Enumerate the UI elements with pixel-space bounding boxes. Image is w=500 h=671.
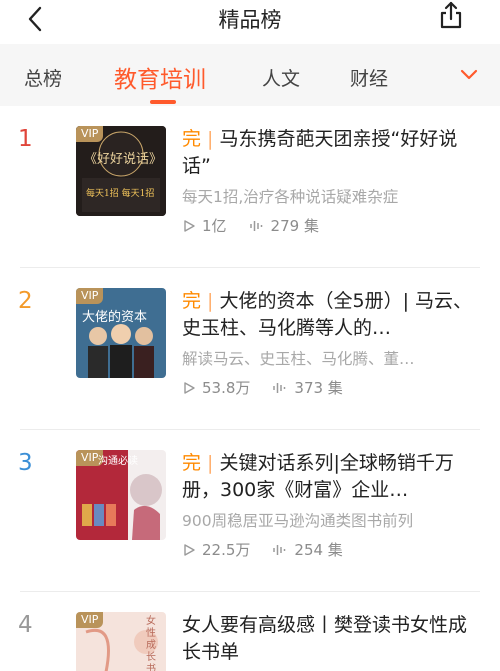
play-count: 1亿 <box>202 217 227 235</box>
rank-number: 3 <box>18 450 33 476</box>
play-icon <box>184 219 195 232</box>
album-cover: VIP 《好好说话》 每天1招 每天1招 <box>76 126 166 216</box>
rank-number: 2 <box>18 288 33 314</box>
completed-badge: 完 <box>182 290 202 312</box>
play-count: 22.5万 <box>202 541 251 559</box>
album-cover: VIP 沟通必读 <box>76 450 166 540</box>
completed-badge: 完 <box>182 452 202 474</box>
item-description: 解读马云、史玉柱、马化腾、董… <box>182 350 415 368</box>
item-stats: 1亿 279 集 <box>182 215 482 236</box>
rank-number: 1 <box>18 126 33 152</box>
cover-title: 《好好说话》 <box>84 152 163 167</box>
tab-humanities[interactable]: 人文 <box>262 64 300 91</box>
item-stats: 22.5万 254 集 <box>182 539 482 560</box>
item-title-row: 完 | 大佬的资本（全5册）| 马云、史玉柱、马化腾等人的… <box>182 290 473 339</box>
cover-subtitle: 每天1招 每天1招 <box>86 189 155 199</box>
rank-number: 4 <box>18 612 33 638</box>
completed-badge: 完 <box>182 128 202 150</box>
album-cover: VIP 大佬的资本 <box>76 288 166 378</box>
audio-wave-icon <box>249 220 262 231</box>
page-title: 精品榜 <box>218 8 282 32</box>
vip-badge: VIP <box>76 288 104 304</box>
item-info: 完 | 关键对话系列|全球畅销千万册，300家《财富》企业… 900周稳居亚马逊… <box>182 450 482 560</box>
item-info: 完 | 马东携奇葩天团亲授“好好说话” 每天1招,治疗各种说话疑难杂症 1亿 2… <box>182 126 482 236</box>
item-info: 完 | 大佬的资本（全5册）| 马云、史玉柱、马化腾等人的… 解读马云、史玉柱、… <box>182 288 482 398</box>
item-title: 关键对话系列|全球畅销千万册，300家《财富》企业… <box>182 452 454 501</box>
cover-title: 女性成长书单 <box>146 616 156 671</box>
list-item[interactable]: 3 VIP 沟通必读 完 | 关键对话系列|全球畅销千万册，300家《财富》企业… <box>0 430 500 592</box>
vip-badge: VIP <box>76 612 104 628</box>
list-item[interactable]: 1 VIP 《好好说话》 每天1招 每天1招 完 | 马东携奇葩天团亲授“好好说… <box>0 106 500 268</box>
list-item[interactable]: 4 VIP 女性成长书单 女人要有高级感丨樊登读书女性成长书单 <box>0 592 500 671</box>
episode-count: 373 集 <box>294 379 343 397</box>
category-tabs: 总榜 教育培训 人文 财经 <box>0 44 500 106</box>
active-tab-indicator <box>150 100 176 104</box>
item-title: 大佬的资本（全5册）| 马云、史玉柱、马化腾等人的… <box>182 290 473 339</box>
cover-title: 沟通必读 <box>98 456 138 467</box>
play-icon <box>184 543 195 556</box>
top-bar: 精品榜 <box>0 0 500 44</box>
audio-wave-icon <box>273 544 286 555</box>
item-info: 女人要有高级感丨樊登读书女性成长书单 <box>182 612 482 666</box>
audio-wave-icon <box>273 382 286 393</box>
item-title-row: 完 | 关键对话系列|全球畅销千万册，300家《财富》企业… <box>182 452 454 501</box>
more-categories-button[interactable] <box>438 44 500 106</box>
item-description: 900周稳居亚马逊沟通类图书前列 <box>182 512 414 530</box>
item-stats: 53.8万 373 集 <box>182 377 482 398</box>
episode-count: 254 集 <box>294 541 343 559</box>
vip-badge: VIP <box>76 126 104 142</box>
album-cover: VIP 女性成长书单 <box>76 612 166 671</box>
item-title: 马东携奇葩天团亲授“好好说话” <box>182 128 458 177</box>
chevron-down-icon <box>460 69 478 80</box>
tab-overall[interactable]: 总榜 <box>24 64 62 91</box>
share-icon[interactable] <box>436 0 466 30</box>
list-item[interactable]: 2 VIP 大佬的资本 完 | 大佬的资本（全5册）| 马云、史玉柱、马化腾等人… <box>0 268 500 430</box>
item-title: 女人要有高级感丨樊登读书女性成长书单 <box>182 614 468 663</box>
play-count: 53.8万 <box>202 379 251 397</box>
item-title-row: 完 | 马东携奇葩天团亲授“好好说话” <box>182 128 458 177</box>
tab-finance[interactable]: 财经 <box>350 64 388 91</box>
play-icon <box>184 381 195 394</box>
item-description: 每天1招,治疗各种说话疑难杂症 <box>182 188 399 206</box>
cover-title: 大佬的资本 <box>82 310 148 325</box>
tab-education[interactable]: 教育培训 <box>114 60 206 94</box>
episode-count: 279 集 <box>270 217 319 235</box>
